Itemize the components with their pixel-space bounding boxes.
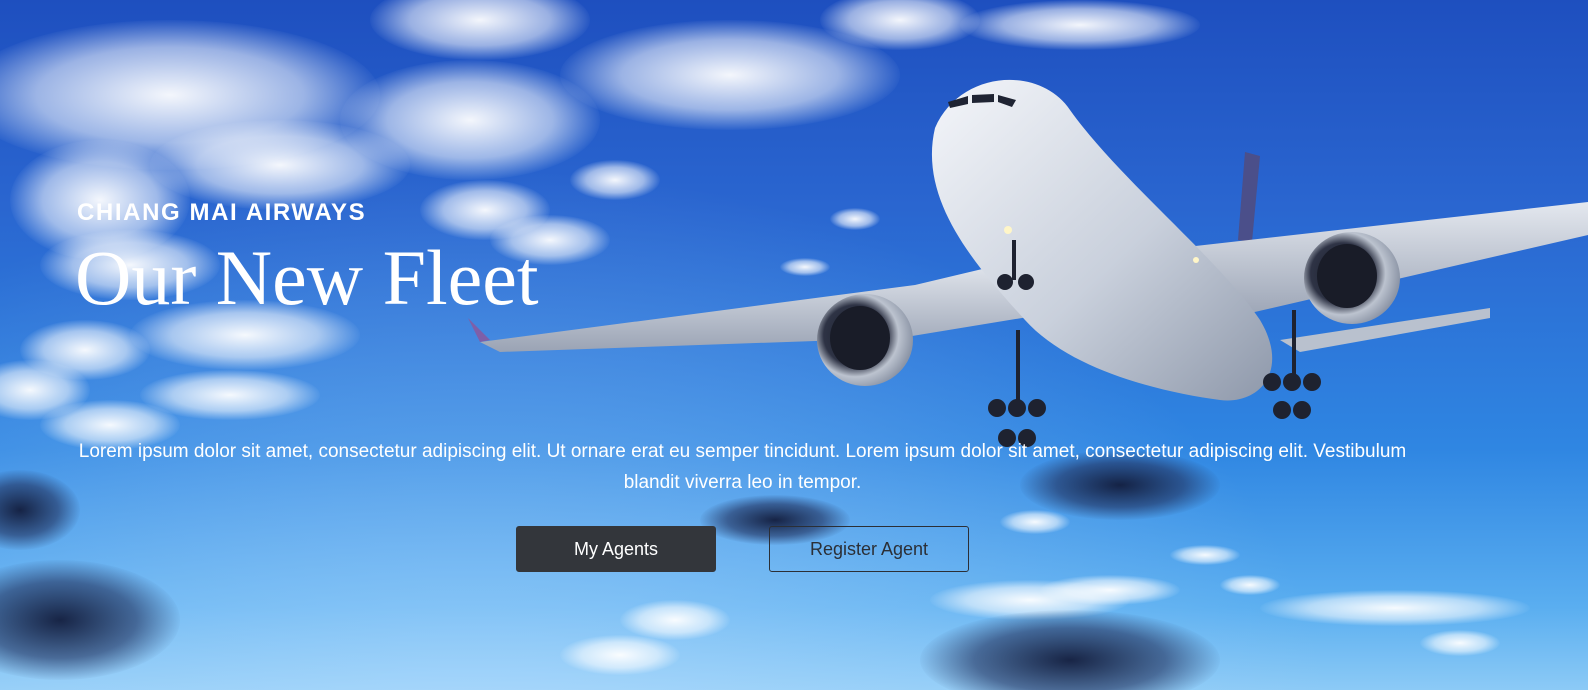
airplane-illustration (468, 79, 1588, 447)
hero-banner: CHIANG MAI AIRWAYS Our New Fleet Lorem i… (0, 0, 1588, 690)
my-agents-button[interactable]: My Agents (516, 526, 716, 572)
airline-brand: CHIANG MAI AIRWAYS (77, 199, 367, 226)
hero-title: Our New Fleet (75, 234, 539, 321)
register-agent-button[interactable]: Register Agent (769, 526, 969, 572)
hero-description: Lorem ipsum dolor sit amet, consectetur … (78, 441, 1407, 493)
